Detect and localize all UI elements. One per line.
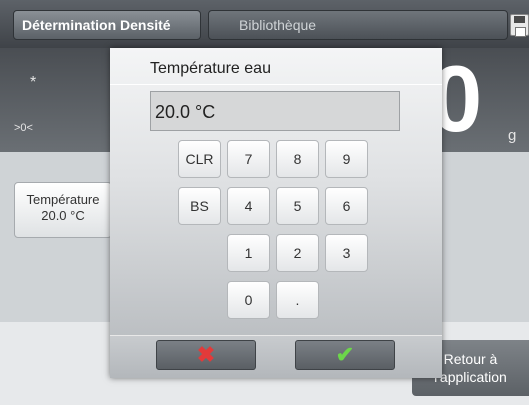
key-9[interactable]: 9 — [325, 140, 368, 178]
temperature-input[interactable]: 20.0 °C — [150, 91, 400, 131]
temperature-label: Température — [26, 192, 100, 207]
key-decimal[interactable]: . — [276, 281, 319, 319]
key-5[interactable]: 5 — [276, 187, 319, 225]
key-2[interactable]: 2 — [276, 234, 319, 272]
key-1[interactable]: 1 — [227, 234, 270, 272]
key-7[interactable]: 7 — [227, 140, 270, 178]
dialog-title: Température eau — [150, 60, 271, 77]
save-icon[interactable] — [510, 14, 529, 37]
stability-indicator: * — [30, 74, 37, 91]
dialog-divider — [110, 84, 442, 85]
tab-density-determination[interactable]: Détermination Densité — [13, 10, 201, 40]
key-clear[interactable]: CLR — [178, 140, 221, 178]
weight-unit: g — [508, 127, 517, 144]
zero-indicator: >0< — [14, 122, 33, 134]
key-6[interactable]: 6 — [325, 187, 368, 225]
key-backspace[interactable]: BS — [178, 187, 221, 225]
key-3[interactable]: 3 — [325, 234, 368, 272]
cancel-button[interactable]: ✖ — [156, 340, 256, 370]
key-8[interactable]: 8 — [276, 140, 319, 178]
check-icon: ✔ — [335, 342, 355, 367]
tab-library[interactable]: Bibliothèque — [208, 10, 508, 40]
confirm-button[interactable]: ✔ — [295, 340, 395, 370]
key-0[interactable]: 0 — [227, 281, 270, 319]
temperature-button[interactable]: Température 20.0 °C — [14, 182, 112, 238]
key-4[interactable]: 4 — [227, 187, 270, 225]
x-icon: ✖ — [196, 342, 216, 367]
temperature-value: 20.0 °C — [41, 208, 85, 223]
